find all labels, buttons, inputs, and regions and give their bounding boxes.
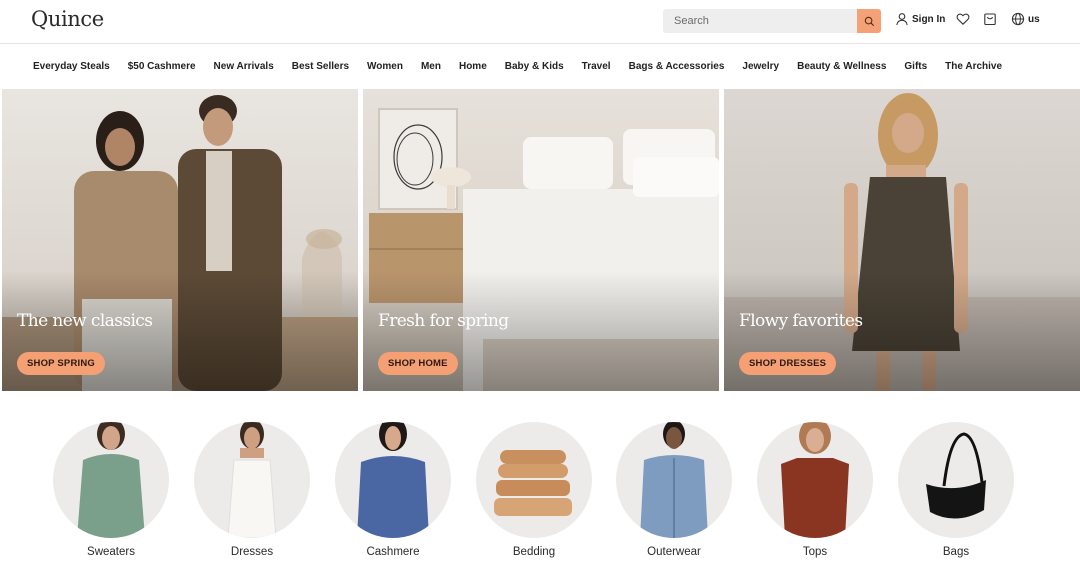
sweater-model-image <box>77 422 145 538</box>
tshirt-model-image <box>781 422 849 538</box>
wishlist-button[interactable] <box>956 12 970 26</box>
nav-jewelry[interactable]: Jewelry <box>742 61 779 72</box>
category-sweaters[interactable]: Sweaters <box>52 420 170 565</box>
globe-icon <box>1011 12 1025 26</box>
nav-travel[interactable]: Travel <box>582 61 611 72</box>
category-tops[interactable]: Tops <box>756 420 874 565</box>
folded-bedding-image <box>494 450 572 516</box>
nav-the-archive[interactable]: The Archive <box>945 61 1002 72</box>
nav-beauty-wellness[interactable]: Beauty & Wellness <box>797 61 886 72</box>
quince-logo[interactable]: Quince <box>31 7 104 31</box>
cart-button[interactable] <box>983 12 997 26</box>
site-header: Quince Sign In us <box>0 0 1080 44</box>
category-image <box>53 422 169 538</box>
category-label: Bags <box>942 546 970 558</box>
search-icon <box>864 16 874 26</box>
hero-title: Fresh for spring <box>378 311 509 331</box>
search-input[interactable] <box>663 9 857 33</box>
heart-icon <box>956 13 970 25</box>
category-label: Cashmere <box>366 546 420 558</box>
search-bar <box>663 9 881 33</box>
locale-label: us <box>1028 13 1040 25</box>
hero-panel-classics[interactable]: The new classics SHOP SPRING <box>2 89 358 391</box>
hero-title: The new classics <box>17 311 153 331</box>
main-nav: Everyday Steals $50 Cashmere New Arrival… <box>0 44 1080 88</box>
category-image <box>476 422 592 538</box>
category-label: Bedding <box>512 546 556 558</box>
category-image <box>757 422 873 538</box>
nav-baby-kids[interactable]: Baby & Kids <box>505 61 564 72</box>
nav-bags-accessories[interactable]: Bags & Accessories <box>629 61 725 72</box>
category-label: Outerwear <box>647 546 701 558</box>
hero-panel-dresses[interactable]: Flowy favorites SHOP DRESSES <box>724 89 1080 391</box>
nav-50-cashmere[interactable]: $50 Cashmere <box>128 61 196 72</box>
hero-title: Flowy favorites <box>739 311 863 331</box>
user-icon <box>896 13 908 26</box>
nav-best-sellers[interactable]: Best Sellers <box>292 61 349 72</box>
shop-dresses-button[interactable]: SHOP DRESSES <box>739 352 837 375</box>
category-bedding[interactable]: Bedding <box>475 420 593 565</box>
category-dresses[interactable]: Dresses <box>193 420 311 565</box>
cart-icon <box>984 13 996 26</box>
category-image <box>194 422 310 538</box>
category-image <box>335 422 451 538</box>
shop-spring-button[interactable]: SHOP SPRING <box>17 352 106 375</box>
category-cashmere[interactable]: Cashmere <box>334 420 452 565</box>
category-label: Tops <box>802 546 828 558</box>
nav-men[interactable]: Men <box>421 61 441 72</box>
category-label: Sweaters <box>87 546 135 558</box>
locale-selector[interactable]: us <box>1011 12 1040 26</box>
nav-everyday-steals[interactable]: Everyday Steals <box>33 61 110 72</box>
category-outerwear[interactable]: Outerwear <box>615 420 733 565</box>
nav-gifts[interactable]: Gifts <box>904 61 927 72</box>
cashmere-model-image <box>357 422 429 538</box>
sign-in-link[interactable]: Sign In <box>895 12 945 26</box>
category-image <box>616 422 732 538</box>
nav-home[interactable]: Home <box>459 61 487 72</box>
shop-home-button[interactable]: SHOP HOME <box>378 352 458 375</box>
sign-in-label: Sign In <box>912 13 946 25</box>
nav-new-arrivals[interactable]: New Arrivals <box>214 61 274 72</box>
search-button[interactable] <box>857 9 881 33</box>
category-row: Sweaters Dresses Cashmere Bedding Outerw… <box>0 420 1080 565</box>
dress-model-image <box>227 422 277 538</box>
category-image <box>898 422 1014 538</box>
nav-women[interactable]: Women <box>367 61 403 72</box>
category-label: Dresses <box>230 546 274 558</box>
denim-jacket-model-image <box>640 422 708 538</box>
black-shoulder-bag-image <box>926 432 986 519</box>
category-bags[interactable]: Bags <box>897 420 1015 565</box>
hero-panel-spring[interactable]: Fresh for spring SHOP HOME <box>363 89 719 391</box>
